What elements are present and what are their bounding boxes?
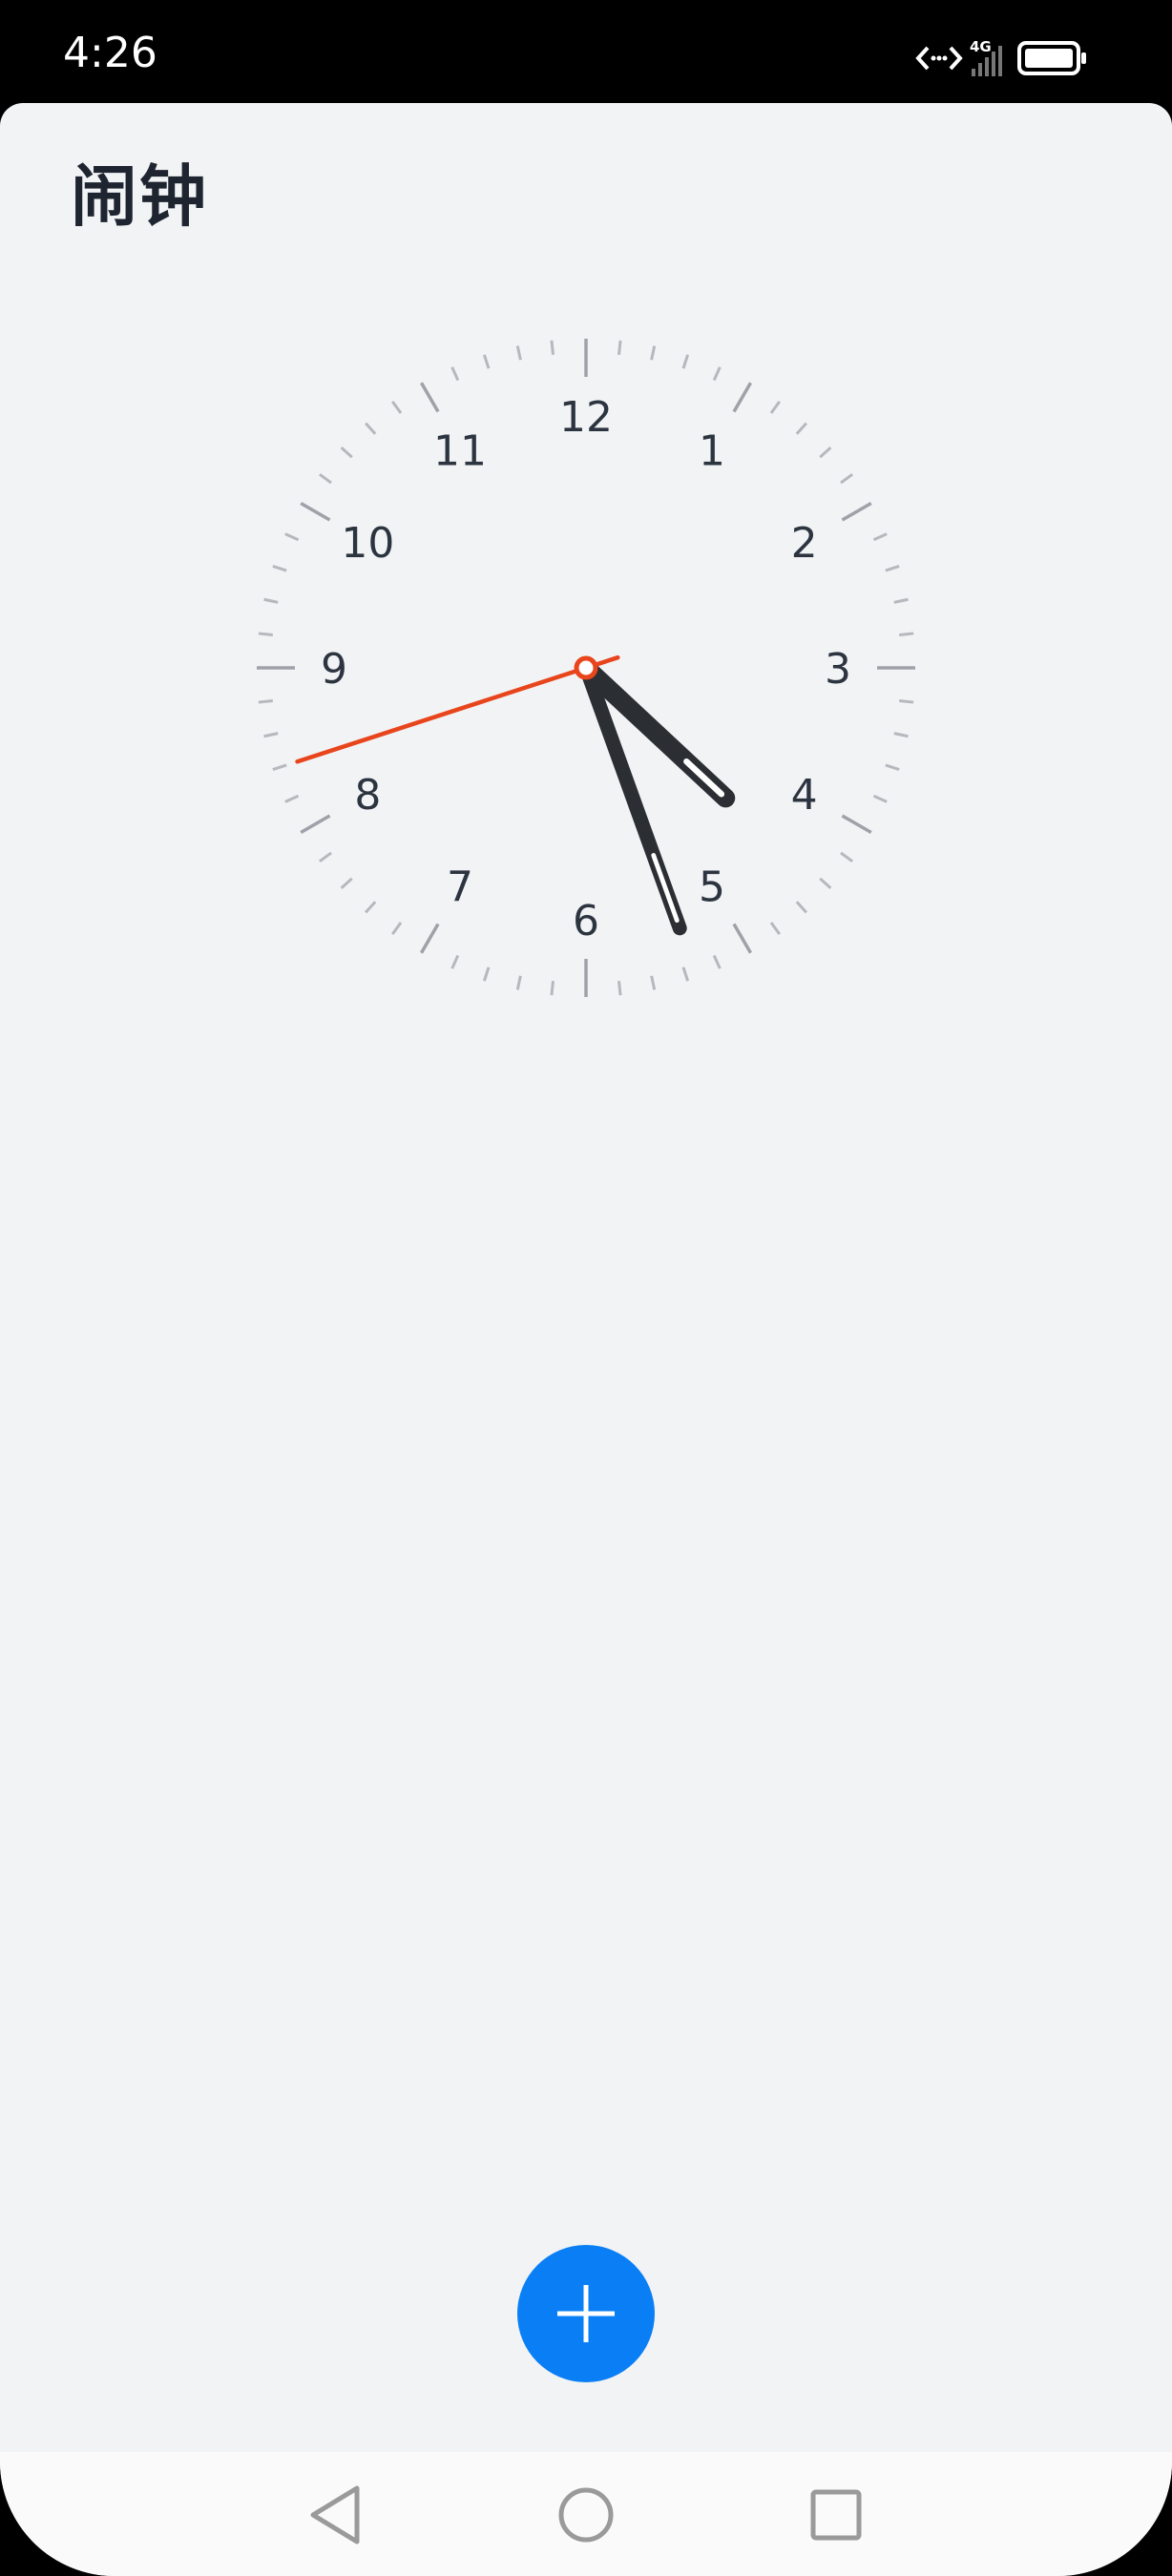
minute-tick: [365, 901, 377, 914]
clock-numeral-6: 6: [573, 897, 599, 945]
clock-numeral-5: 5: [699, 863, 725, 912]
minute-tick: [840, 851, 853, 862]
minute-tick: [681, 966, 690, 982]
back-icon: [310, 2485, 360, 2545]
hour-tick: [419, 382, 440, 413]
home-button[interactable]: [550, 2479, 622, 2551]
minute-tick: [650, 345, 657, 361]
minute-tick: [272, 763, 287, 772]
clock-numeral-8: 8: [354, 771, 381, 820]
navigation-bar: [0, 2452, 1172, 2576]
clock-numeral-10: 10: [341, 519, 394, 568]
clock-numeral-2: 2: [791, 519, 818, 568]
data-transfer-icon: [915, 46, 963, 71]
minute-tick: [795, 422, 807, 435]
minute-tick: [550, 340, 555, 355]
battery-icon: [1017, 41, 1086, 75]
minute-tick: [650, 975, 657, 990]
minute-tick: [617, 981, 622, 996]
clock-face: 121234567891011: [257, 339, 915, 997]
minute-tick: [365, 422, 377, 435]
clock-numeral-3: 3: [825, 645, 851, 694]
minute-tick: [258, 632, 273, 636]
minute-tick: [391, 922, 403, 935]
hour-tick: [732, 923, 753, 954]
minute-tick: [319, 851, 332, 862]
alarm-screen: 闹钟 12 1 2 3 4 5 6 7 8 9 10 11: [0, 103, 1172, 2576]
minute-tick: [885, 763, 900, 772]
minute-tick: [515, 345, 522, 361]
hour-tick: [300, 814, 331, 835]
clock-numeral-9: 9: [321, 645, 347, 694]
minute-tick: [263, 597, 279, 604]
status-time: 4:26: [63, 29, 157, 77]
minute-tick: [681, 354, 690, 369]
minute-tick: [391, 401, 403, 414]
minute-tick: [550, 981, 555, 996]
minute-tick: [840, 473, 853, 485]
minute-tick: [340, 447, 353, 459]
minute-tick: [284, 794, 300, 803]
hour-tick: [841, 501, 872, 522]
minute-tick: [872, 532, 888, 542]
minute-tick: [872, 794, 888, 803]
status-bar: 4:26 4G: [0, 0, 1172, 103]
minute-tick: [819, 877, 832, 889]
minute-tick: [769, 401, 781, 414]
minute-tick: [899, 632, 914, 636]
hour-tick: [419, 923, 440, 954]
minute-tick: [795, 901, 807, 914]
hour-tick: [732, 382, 753, 413]
page-title: 闹钟: [71, 157, 208, 236]
recents-button[interactable]: [800, 2479, 872, 2551]
analog-clock: 12 1 2 3 4 5 6 7 8 9 10 11: [252, 334, 920, 1002]
minute-tick: [515, 975, 522, 990]
hour-tick: [300, 501, 331, 522]
minute-tick: [263, 732, 279, 738]
plus-icon: [557, 2285, 615, 2342]
back-button[interactable]: [300, 2479, 372, 2551]
minute-tick: [319, 473, 332, 485]
hour-tick: [841, 814, 872, 835]
minute-tick: [712, 954, 722, 969]
status-icons: 4G: [915, 38, 1086, 76]
minute-tick: [819, 447, 832, 459]
add-alarm-button[interactable]: [517, 2245, 655, 2382]
clock-numeral-12: 12: [559, 393, 613, 442]
minute-tick: [340, 877, 353, 889]
minute-tick: [893, 732, 909, 738]
minute-tick: [258, 699, 273, 704]
minute-tick: [482, 354, 491, 369]
clock-numeral-11: 11: [433, 426, 487, 475]
network-type-label: 4G: [970, 38, 992, 55]
clock-numeral-1: 1: [699, 426, 725, 475]
minute-tick: [885, 564, 900, 572]
home-icon: [558, 2487, 614, 2543]
clock-numeral-7: 7: [447, 863, 473, 912]
minute-tick: [482, 966, 491, 982]
clock-center-cap: [574, 655, 598, 680]
minute-tick: [284, 532, 300, 542]
minute-tick: [617, 340, 622, 355]
minute-tick: [272, 564, 287, 572]
clock-numeral-4: 4: [791, 771, 818, 820]
minute-tick: [450, 954, 460, 969]
minute-tick: [450, 366, 460, 382]
minute-tick: [899, 699, 914, 704]
minute-tick: [769, 922, 781, 935]
minute-tick: [712, 366, 722, 382]
minute-tick: [893, 597, 909, 604]
recents-icon: [810, 2489, 862, 2541]
